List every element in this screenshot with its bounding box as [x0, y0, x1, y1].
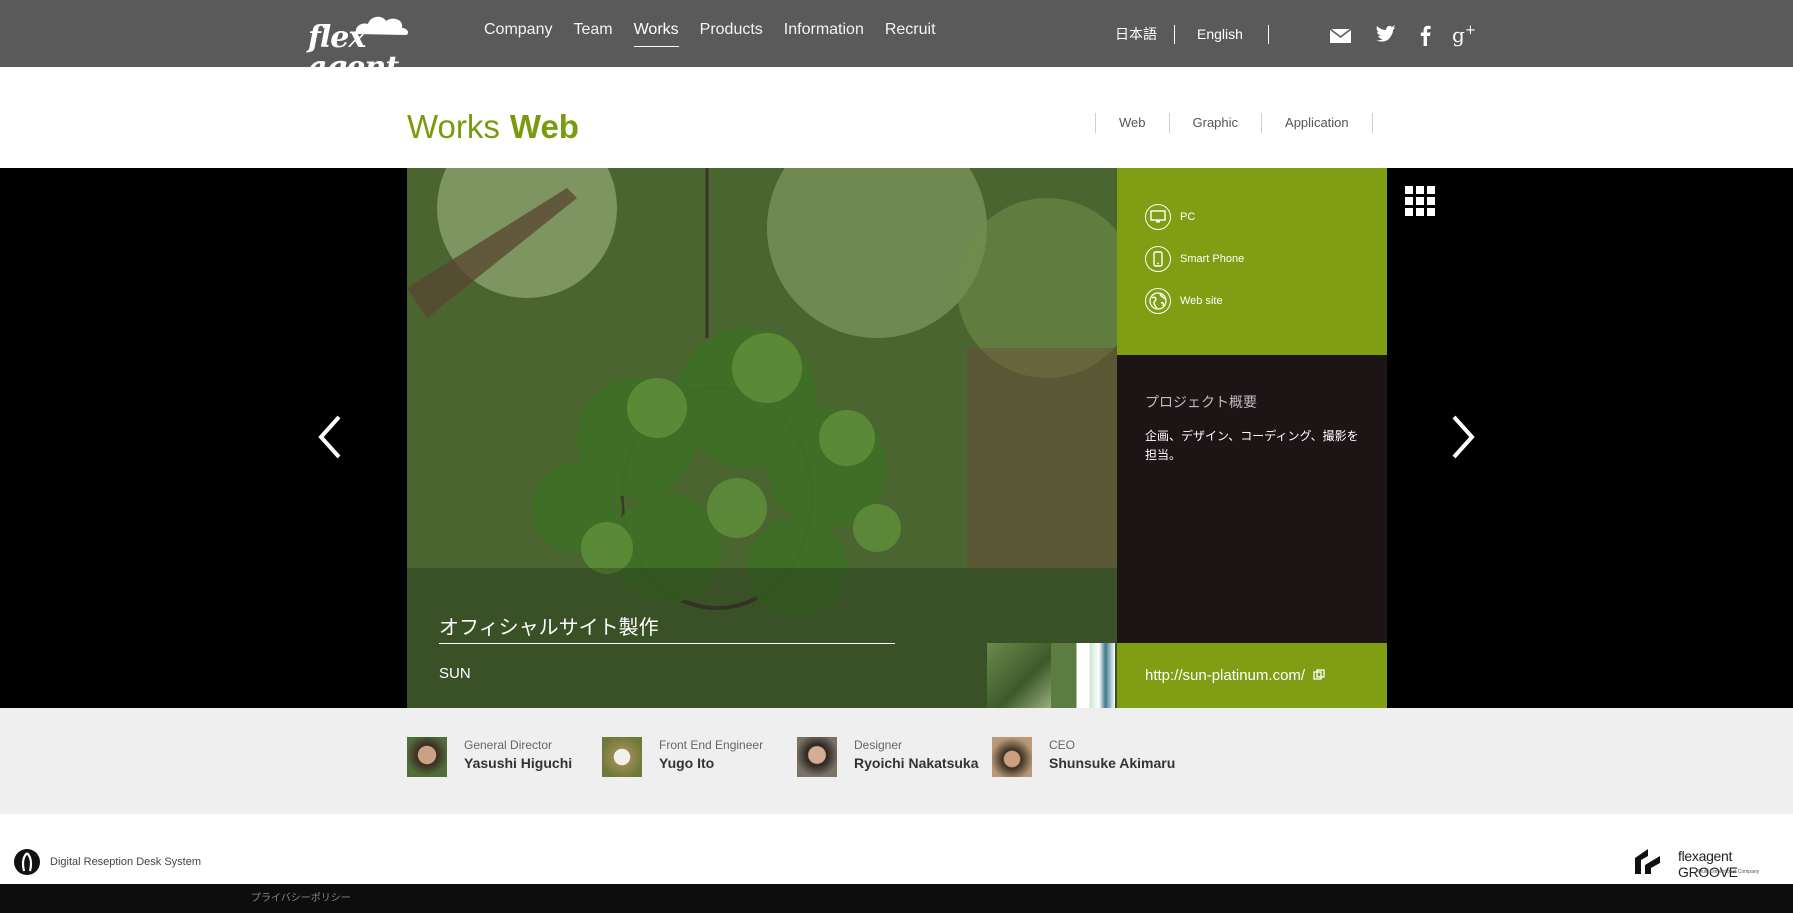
- privacy-policy-link[interactable]: プライバシーポリシー: [251, 889, 351, 904]
- member-name: Shunsuke Akimaru: [1049, 755, 1176, 771]
- project-overview-panel: プロジェクト概要 企画、デザイン、コーディング、撮影を担当。: [1117, 355, 1387, 643]
- footer: Digital Reseption Desk System flexagent …: [0, 814, 1793, 884]
- member-name: Ryoichi Nakatsuka: [854, 755, 979, 771]
- member-name: Yugo Ito: [659, 755, 715, 771]
- team-member[interactable]: General Director Yasushi Higuchi: [407, 737, 572, 779]
- nav-information[interactable]: Information: [784, 20, 864, 47]
- top-navigation-bar: flex agent Company Team Works Products I…: [0, 0, 1793, 83]
- globe-icon: [1145, 288, 1171, 314]
- page-title-sub: Web: [509, 108, 579, 145]
- previous-arrow-icon[interactable]: [313, 413, 347, 461]
- thumbnail-strip: [987, 643, 1117, 708]
- flexagent-logo[interactable]: flex agent: [306, 10, 438, 83]
- nav-recruit[interactable]: Recruit: [885, 20, 936, 47]
- pc-link[interactable]: PC: [1145, 204, 1195, 230]
- main-navigation: Company Team Works Products Information …: [484, 20, 957, 47]
- bottom-bar: プライバシーポリシー: [0, 884, 1793, 913]
- category-web-link[interactable]: Web: [1096, 113, 1169, 133]
- overview-title: プロジェクト概要: [1145, 394, 1257, 410]
- avatar: [992, 737, 1032, 777]
- language-japanese-link[interactable]: 日本語: [1115, 24, 1157, 44]
- groove-name: flexagent GROOVE: [1678, 848, 1738, 880]
- thumbnail-image[interactable]: [1051, 643, 1115, 708]
- site-url-panel: http://sun-platinum.com/: [1117, 643, 1387, 708]
- work-client: SUN: [439, 665, 471, 682]
- site-url-link[interactable]: http://sun-platinum.com/: [1145, 667, 1325, 685]
- category-navigation: Web Graphic Application: [1095, 113, 1373, 133]
- twitter-icon[interactable]: [1373, 22, 1399, 48]
- nav-works[interactable]: Works: [633, 20, 679, 47]
- team-member[interactable]: Designer Ryoichi Nakatsuka: [797, 737, 979, 779]
- language-english-link[interactable]: English: [1197, 24, 1243, 44]
- groove-logo-icon: [1635, 849, 1660, 874]
- smart-phone-link[interactable]: Smart Phone: [1145, 246, 1244, 272]
- nav-company[interactable]: Company: [484, 20, 552, 47]
- reception-desk-icon: [14, 849, 40, 875]
- member-role: CEO: [1049, 738, 1076, 752]
- flexagent-groove-logo[interactable]: flexagent GROOVE Multi Dimentional Compa…: [1632, 846, 1788, 880]
- divider: [1371, 113, 1373, 133]
- monitor-icon: [1145, 204, 1171, 230]
- member-role: Designer: [854, 738, 903, 752]
- nav-products[interactable]: Products: [700, 20, 763, 47]
- team-member[interactable]: CEO Shunsuke Akimaru: [992, 737, 1175, 779]
- external-link-icon: [1313, 669, 1325, 680]
- avatar: [407, 737, 447, 777]
- next-arrow-icon[interactable]: [1446, 413, 1480, 461]
- member-role: General Director: [464, 738, 553, 752]
- pc-link-label: PC: [1180, 211, 1196, 223]
- smart-phone-link-label: Smart Phone: [1180, 253, 1245, 265]
- svg-text:+: +: [1465, 23, 1476, 38]
- svg-text:g: g: [1452, 23, 1465, 47]
- member-name: Yasushi Higuchi: [464, 755, 573, 771]
- google-plus-icon[interactable]: g +: [1451, 22, 1477, 48]
- divider: [439, 643, 895, 644]
- work-title: オフィシャルサイト製作: [439, 617, 659, 639]
- page-title: Works Web: [407, 107, 579, 147]
- avatar: [602, 737, 642, 777]
- category-application-link[interactable]: Application: [1262, 113, 1372, 133]
- page-title-main: Works: [407, 108, 500, 145]
- device-links-panel: PC Smart Phone Web site: [1117, 168, 1387, 355]
- works-slider: オフィシャルサイト製作 SUN PC Smart Phone Web site: [0, 168, 1793, 708]
- grid-menu-icon[interactable]: [1405, 186, 1435, 216]
- divider: [1174, 25, 1175, 44]
- team-member[interactable]: Front End Engineer Yugo Ito: [602, 737, 763, 779]
- digital-reception-desk-link[interactable]: Digital Reseption Desk System: [13, 848, 201, 876]
- facebook-icon[interactable]: [1413, 22, 1439, 48]
- avatar: [797, 737, 837, 777]
- digital-reception-desk-label: Digital Reseption Desk System: [50, 856, 202, 868]
- site-url-text: http://sun-platinum.com/: [1145, 667, 1306, 684]
- web-site-link[interactable]: Web site: [1145, 288, 1223, 314]
- page-header: Works Web Web Graphic Application: [0, 67, 1793, 168]
- thumbnail-image[interactable]: [987, 643, 1051, 708]
- category-graphic-link[interactable]: Graphic: [1170, 113, 1262, 133]
- work-hero-image: オフィシャルサイト製作 SUN: [407, 168, 1117, 708]
- groove-subtitle: Multi Dimentional Company: [1698, 869, 1760, 875]
- team-members-strip: General Director Yasushi Higuchi Front E…: [0, 708, 1793, 814]
- smartphone-icon: [1145, 246, 1171, 272]
- divider: [1268, 25, 1269, 44]
- member-role: Front End Engineer: [659, 738, 764, 752]
- overview-text: 企画、デザイン、コーディング、撮影を担当。: [1145, 429, 1359, 462]
- nav-team[interactable]: Team: [573, 20, 612, 47]
- mail-icon[interactable]: [1328, 22, 1354, 48]
- web-site-link-label: Web site: [1180, 295, 1223, 307]
